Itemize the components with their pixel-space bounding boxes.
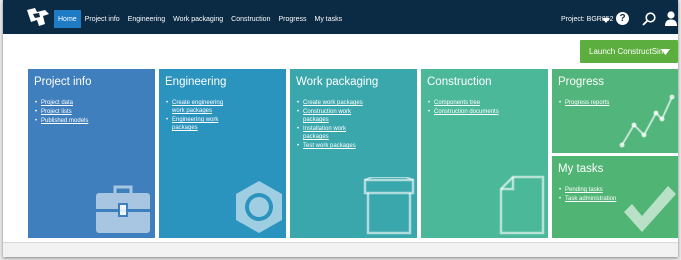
top-navigation-bar: Home Project info Engineering Work packa… bbox=[3, 0, 678, 34]
link-create-work-packages[interactable]: Create work packages bbox=[303, 100, 363, 106]
tile-title: Project info bbox=[34, 76, 92, 88]
user-icon[interactable] bbox=[665, 11, 677, 26]
tile-construction[interactable]: Construction Components tree Constructio… bbox=[421, 69, 548, 238]
list-item: Create work packages bbox=[297, 99, 367, 107]
link-components-tree[interactable]: Components tree bbox=[434, 100, 480, 106]
tile-title: Construction bbox=[427, 76, 492, 88]
nav-item-work-packaging[interactable]: Work packaging bbox=[169, 10, 227, 28]
list-item: Project lists bbox=[35, 108, 88, 116]
hex-nut-icon bbox=[236, 181, 282, 233]
tile-my-tasks[interactable]: My tasks Pending tasks Task administrati… bbox=[552, 156, 678, 238]
list-item: Project data bbox=[35, 99, 88, 107]
list-item: Pending tasks bbox=[559, 186, 616, 194]
list-item: Construction documents bbox=[428, 108, 499, 116]
launch-constructsim-button[interactable]: Launch ConstructSim bbox=[580, 40, 678, 63]
tile-links: Pending tasks Task administration bbox=[559, 186, 616, 204]
link-task-administration[interactable]: Task administration bbox=[565, 196, 616, 202]
list-item: Progress reports bbox=[559, 99, 609, 107]
link-project-lists[interactable]: Project lists bbox=[41, 109, 72, 115]
list-item: Create engineering work packages bbox=[166, 99, 236, 115]
briefcase-icon bbox=[96, 185, 150, 233]
help-icon[interactable]: ? bbox=[616, 12, 629, 25]
link-construction-documents[interactable]: Construction documents bbox=[434, 109, 499, 115]
list-item: Test work packages bbox=[297, 142, 367, 150]
search-icon[interactable] bbox=[642, 12, 656, 26]
tile-title: Work packaging bbox=[296, 76, 379, 88]
app-window: Home Project info Engineering Work packa… bbox=[3, 0, 678, 257]
tile-links: Create engineering work packages Enginee… bbox=[166, 99, 236, 133]
list-item: Task administration bbox=[559, 195, 616, 203]
launch-button-label: Launch ConstructSim bbox=[589, 47, 666, 56]
tile-links: Project data Project lists Published mod… bbox=[35, 99, 88, 126]
link-progress-reports[interactable]: Progress reports bbox=[565, 100, 609, 106]
list-item: Installation work packages bbox=[297, 125, 367, 141]
tile-title: Progress bbox=[558, 76, 605, 88]
tile-title: My tasks bbox=[558, 163, 604, 175]
tile-links: Components tree Construction documents bbox=[428, 99, 499, 117]
line-chart-icon bbox=[619, 94, 675, 148]
main-nav: Home Project info Engineering Work packa… bbox=[54, 10, 346, 34]
tile-work-packaging[interactable]: Work packaging Create work packages Cons… bbox=[290, 69, 417, 238]
link-published-models[interactable]: Published models bbox=[41, 118, 88, 124]
list-item: Components tree bbox=[428, 99, 499, 107]
nav-item-project-info[interactable]: Project info bbox=[81, 10, 124, 28]
list-item: Engineering work packages bbox=[166, 116, 236, 132]
document-icon bbox=[499, 175, 545, 235]
box-icon bbox=[363, 177, 415, 235]
list-item: Published models bbox=[35, 117, 88, 125]
logo-icon[interactable] bbox=[25, 6, 51, 28]
link-installation-work-packages[interactable]: Installation work packages bbox=[303, 126, 346, 140]
nav-item-construction[interactable]: Construction bbox=[227, 10, 274, 28]
link-create-engineering-work-packages[interactable]: Create engineering work packages bbox=[172, 100, 223, 114]
link-engineering-work-packages[interactable]: Engineering work packages bbox=[172, 117, 218, 131]
nav-item-engineering[interactable]: Engineering bbox=[124, 10, 169, 28]
tile-engineering[interactable]: Engineering Create engineering work pack… bbox=[159, 69, 286, 238]
tile-project-info[interactable]: Project info Project data Project lists … bbox=[28, 69, 155, 238]
link-test-work-packages[interactable]: Test work packages bbox=[303, 143, 356, 149]
chevron-down-icon bbox=[661, 49, 670, 55]
nav-item-home[interactable]: Home bbox=[54, 10, 81, 28]
footer-bar bbox=[3, 242, 678, 257]
checkmark-icon bbox=[624, 186, 676, 232]
tile-progress[interactable]: Progress Progress reports bbox=[552, 69, 678, 153]
nav-item-my-tasks[interactable]: My tasks bbox=[310, 10, 346, 28]
tile-title: Engineering bbox=[165, 76, 227, 88]
link-construction-work-packages[interactable]: Construction work packages bbox=[303, 109, 351, 123]
tile-links: Create work packages Construction work p… bbox=[297, 99, 367, 151]
link-pending-tasks[interactable]: Pending tasks bbox=[565, 187, 603, 193]
tile-links: Progress reports bbox=[559, 99, 609, 108]
chevron-down-icon[interactable] bbox=[602, 18, 610, 23]
list-item: Construction work packages bbox=[297, 108, 367, 124]
nav-item-progress[interactable]: Progress bbox=[274, 10, 310, 28]
link-project-data[interactable]: Project data bbox=[41, 100, 73, 106]
